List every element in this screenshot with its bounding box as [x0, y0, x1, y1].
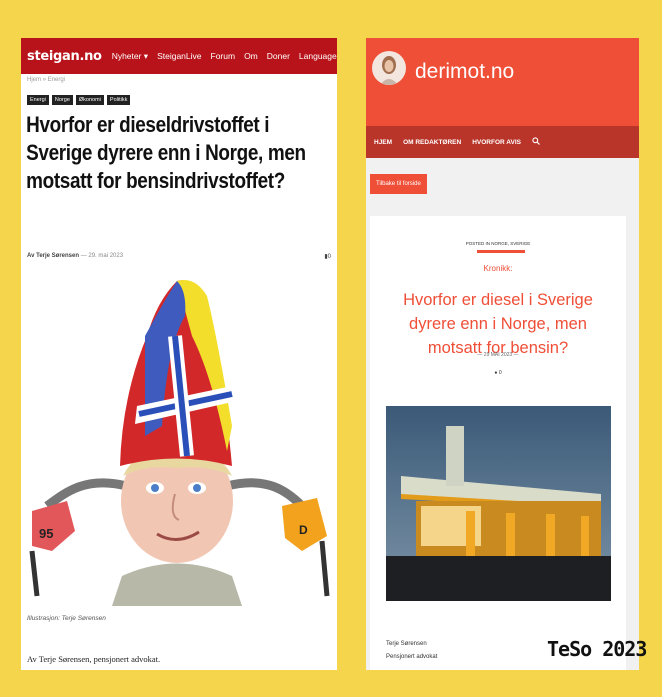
- nav-item-steiganlive[interactable]: SteiganLive: [157, 51, 201, 61]
- article-byline: Av Terje Sørensen, pensjonert advokat.: [27, 654, 161, 664]
- author-block: Terje Sørensen Pensjonert advokat: [386, 638, 437, 664]
- nav-item-doner[interactable]: Doner: [267, 51, 290, 61]
- comments-link[interactable]: ● 0: [370, 370, 626, 376]
- signature: TeSo 2023: [547, 637, 647, 661]
- search-icon[interactable]: [532, 137, 540, 147]
- meta-date: — 29. mai 2023: [79, 253, 124, 259]
- pump-left-label: 95: [39, 526, 53, 541]
- steigan-article-screenshot: steigan.no Nyheter ▾ SteiganLive Forum O…: [21, 38, 337, 670]
- image-caption: Illustrasjon: Terje Sørensen: [27, 615, 106, 622]
- author-title: Pensjonert advokat: [386, 654, 438, 660]
- article-title: Hvorfor er dieseldrivstoffet i Sverige d…: [26, 112, 306, 193]
- article-category: Kronikk:: [483, 264, 513, 273]
- site-name[interactable]: derimot.no: [415, 60, 514, 84]
- derimot-navbar: HJEM OM REDAKTØREN HVORFOR AVIS: [366, 126, 639, 158]
- gas-station-photo: [386, 406, 611, 601]
- nav-item-languages[interactable]: Languages ▾: [299, 51, 337, 62]
- meta-author[interactable]: Av Terje Sørensen: [27, 253, 79, 259]
- tag-politikk[interactable]: Politikk: [106, 95, 131, 105]
- author-name: Terje Sørensen: [386, 641, 427, 647]
- tag-okonomi[interactable]: Økonomi: [75, 95, 104, 105]
- breadcrumb[interactable]: Hjem » Energi: [21, 74, 337, 83]
- posted-in: POSTED IN NORGE, SVERIGE: [465, 241, 531, 246]
- nav-item-nyheter[interactable]: Nyheter ▾: [112, 51, 148, 62]
- article-card: POSTED IN NORGE, SVERIGE Kronikk: Hvorfo…: [370, 216, 626, 670]
- comments-link[interactable]: ▮0: [324, 253, 331, 260]
- derimot-header: derimot.no: [366, 38, 639, 126]
- article-date: — 29 MAI 2023 —: [477, 352, 519, 358]
- nav-item-hvorfor-avis[interactable]: HVORFOR AVIS: [472, 139, 521, 146]
- pump-right-label: D: [299, 523, 308, 537]
- comment-icon: ●: [494, 370, 498, 376]
- site-avatar[interactable]: [372, 51, 406, 85]
- tag-list: Energi Norge Økonomi Politikk: [21, 83, 337, 105]
- nav-item-forum[interactable]: Forum: [211, 51, 236, 61]
- nav-item-hjem[interactable]: HJEM: [374, 139, 392, 146]
- comments-count: 0: [327, 254, 331, 260]
- nav-item-om[interactable]: Om: [244, 51, 258, 61]
- back-to-frontpage-button[interactable]: Tilbake til forside: [370, 174, 427, 194]
- tag-norge[interactable]: Norge: [51, 95, 73, 105]
- article-meta: Av Terje Sørensen — 29. mai 2023 ▮0: [21, 253, 337, 260]
- nav-item-om-redaktoren[interactable]: OM REDAKTØREN: [403, 139, 461, 146]
- steigan-navbar: steigan.no Nyheter ▾ SteiganLive Forum O…: [21, 38, 337, 74]
- steigan-logo[interactable]: steigan.no: [27, 49, 102, 64]
- comments-count: 0: [498, 370, 502, 376]
- article-illustration: 95 D: [27, 276, 331, 606]
- accent-divider: [477, 250, 525, 253]
- article-title: Hvorfor er diesel i Sverige dyrere enn i…: [403, 291, 593, 357]
- derimot-article-screenshot: derimot.no HJEM OM REDAKTØREN HVORFOR AV…: [366, 38, 639, 670]
- tag-energi[interactable]: Energi: [27, 95, 49, 105]
